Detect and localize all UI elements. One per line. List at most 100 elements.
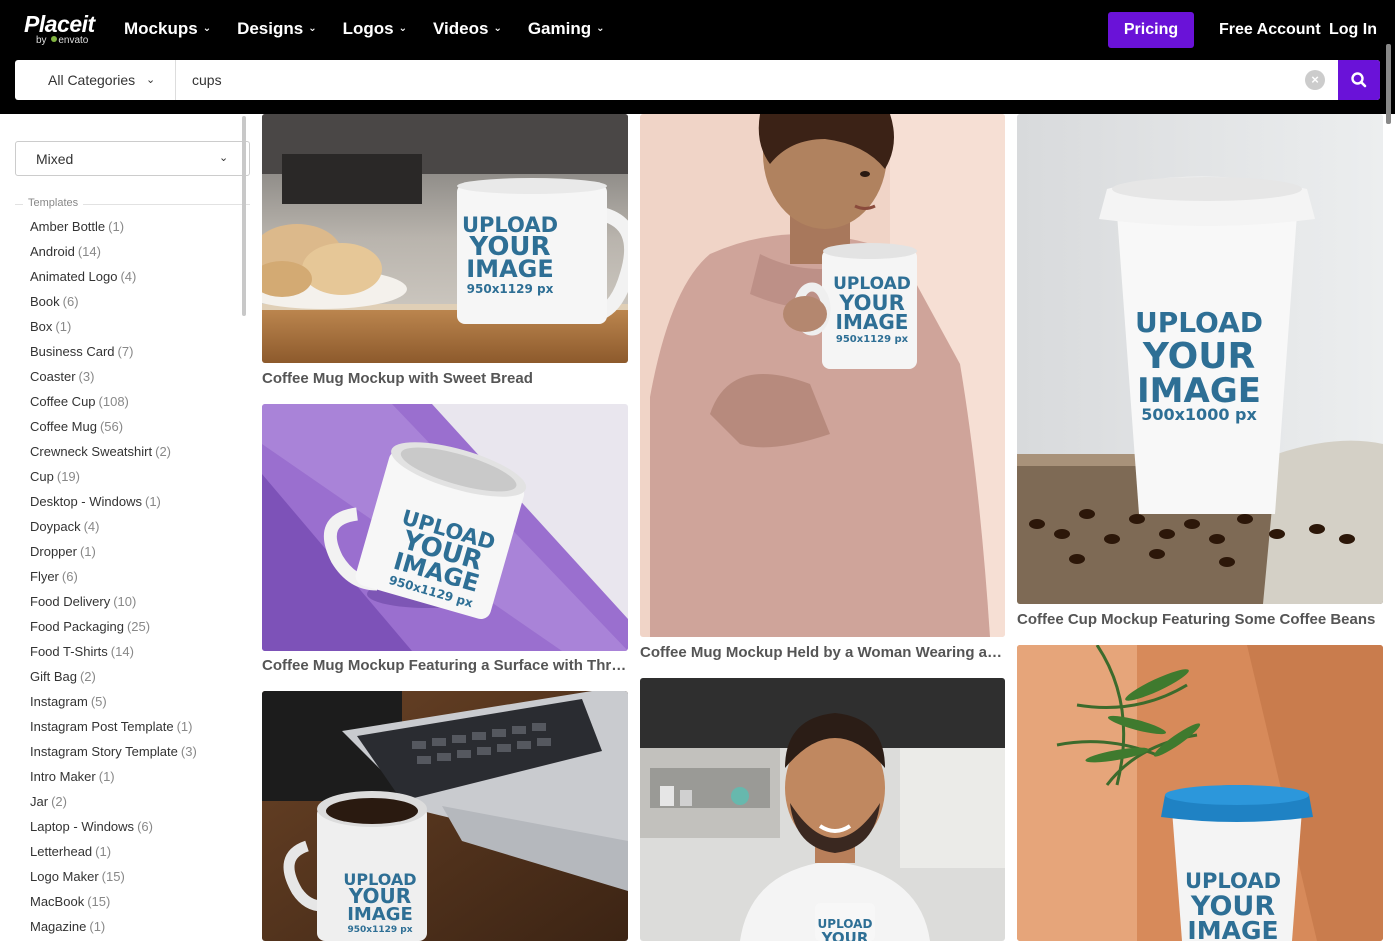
category-filter-item[interactable]: Intro Maker (1)	[30, 768, 197, 793]
result-title[interactable]: Coffee Cup Mockup Featuring Some Coffee …	[1017, 611, 1383, 628]
search-input[interactable]	[177, 60, 1297, 100]
free-account-link[interactable]: Free Account	[1219, 21, 1321, 39]
category-filter-item[interactable]: Laptop - Windows (6)	[30, 818, 197, 843]
category-count: (19)	[56, 469, 80, 484]
upload-text: IMAGE	[347, 904, 413, 925]
category-filter-item[interactable]: Coffee Mug (56)	[30, 418, 197, 443]
result-card[interactable]: UPLOAD YOUR IMAGE 950x1129 px	[262, 691, 628, 941]
category-filter-item[interactable]: Coffee Cup (108)	[30, 393, 197, 418]
category-filter-item[interactable]: Instagram Post Template (1)	[30, 718, 197, 743]
menu-mockups[interactable]: Mockups ⌄	[124, 19, 211, 39]
placeit-logo[interactable]: Placeit by envato	[24, 12, 95, 46]
category-label: Android	[30, 244, 75, 259]
upload-text: 500x1000 px	[1141, 405, 1257, 424]
category-label: Box	[30, 319, 53, 334]
search-button[interactable]	[1338, 60, 1380, 100]
category-filter-item[interactable]: Book (6)	[30, 293, 197, 318]
category-count: (1)	[108, 219, 125, 234]
category-count: (25)	[126, 619, 151, 634]
category-count: (6)	[137, 819, 153, 834]
category-filter-item[interactable]: Desktop - Windows (1)	[30, 493, 197, 518]
category-filter-item[interactable]: Dropper (1)	[30, 543, 197, 568]
category-filter-item[interactable]: Business Card (7)	[30, 343, 197, 368]
category-count: (1)	[144, 494, 161, 509]
category-filter-item[interactable]: Logo Maker (15)	[30, 868, 197, 893]
category-filter-item[interactable]: Gift Bag (2)	[30, 668, 197, 693]
category-filter-item[interactable]: Food T-Shirts (14)	[30, 643, 197, 668]
menu-videos[interactable]: Videos ⌄	[433, 19, 502, 39]
category-filter-item[interactable]: Android (14)	[30, 243, 197, 268]
category-count: (15)	[101, 869, 125, 884]
logo-by: by	[36, 35, 47, 46]
menu-logos[interactable]: Logos ⌄	[343, 19, 407, 39]
category-count: (2)	[155, 444, 171, 459]
sidebar-scrollbar[interactable]	[242, 116, 246, 316]
category-count: (14)	[110, 644, 134, 659]
result-card[interactable]: UPLOAD YOUR IMAGE 950x1129 px Coffee Mug…	[262, 114, 628, 394]
chevron-down-icon: ⌄	[308, 22, 317, 34]
category-filter-item[interactable]: Box (1)	[30, 318, 197, 343]
category-filter-item[interactable]: MacBook (15)	[30, 893, 197, 918]
menu-gaming-label: Gaming	[527, 19, 592, 38]
category-filter-item[interactable]: Jar (2)	[30, 793, 197, 818]
chevron-down-icon: ⌄	[219, 152, 229, 164]
result-title[interactable]: Coffee Mug Mockup Featuring a Surface wi…	[262, 657, 628, 674]
category-filter-item[interactable]: Coaster (3)	[30, 368, 197, 393]
filter-sidebar: Mixed ⌄ Templates Amber Bottle (1) Android…	[0, 114, 250, 941]
category-filter-item[interactable]: Doypack (4)	[30, 518, 197, 543]
search-icon	[1351, 72, 1367, 88]
result-title[interactable]: Coffee Mug Mockup with Sweet Bread	[262, 370, 628, 387]
category-count: (1)	[55, 319, 72, 334]
category-filter-item[interactable]: Food Packaging (25)	[30, 618, 197, 643]
category-label: Logo Maker	[30, 869, 99, 884]
category-dropdown[interactable]: All Categories ⌄	[15, 60, 176, 100]
result-title[interactable]: Coffee Mug Mockup Held by a Woman Wearin…	[640, 644, 1005, 661]
category-filter-item[interactable]: Food Delivery (10)	[30, 593, 197, 618]
search-bar-area: All Categories ⌄ ×	[0, 60, 1395, 114]
sort-dropdown[interactable]: Mixed ⌄	[15, 141, 250, 176]
category-filter-item[interactable]: Animated Logo (4)	[30, 268, 197, 293]
category-count: (6)	[62, 294, 79, 309]
category-count: (1)	[98, 769, 115, 784]
category-label: Book	[30, 294, 60, 309]
category-filter-item[interactable]: Instagram (5)	[30, 693, 197, 718]
category-count: (2)	[79, 669, 96, 684]
category-label: Coffee Mug	[30, 419, 97, 434]
category-filter-item[interactable]: Flyer (6)	[30, 568, 197, 593]
result-thumbnail: UPLOAD YOUR IMAGE 950x1129 px	[262, 404, 628, 651]
pricing-button[interactable]: Pricing	[1108, 12, 1194, 48]
category-label: Animated Logo	[30, 269, 118, 284]
category-filter-item[interactable]: Magazine (1)	[30, 918, 197, 941]
result-card[interactable]: UPLOAD YOUR IMAGE 950x1129 px Coffee Mug…	[262, 404, 628, 679]
category-label: Business Card	[30, 344, 115, 359]
category-count: (3)	[78, 369, 95, 384]
page-scrollbar[interactable]	[1386, 44, 1391, 124]
templates-section-header: Templates	[15, 197, 250, 211]
category-filter-item[interactable]: Instagram Story Template (3)	[30, 743, 197, 768]
result-thumbnail: UPLOAD YOUR IMAGE	[1017, 645, 1383, 941]
category-filter-item[interactable]: Cup (19)	[30, 468, 197, 493]
category-label: Jar	[30, 794, 49, 809]
result-card[interactable]: UPLOAD YOUR IMAGE	[1017, 645, 1383, 941]
menu-gaming[interactable]: Gaming ⌄	[528, 19, 605, 39]
upload-text: IMAGE	[466, 255, 553, 283]
category-filter-item[interactable]: Letterhead (1)	[30, 843, 197, 868]
category-label: Laptop - Windows	[30, 819, 135, 834]
login-link[interactable]: Log In	[1329, 21, 1377, 39]
category-count: (108)	[98, 394, 129, 409]
result-card[interactable]: UPLOAD YOUR IMAGE 950x1129 px Coffee Mug…	[640, 114, 1005, 664]
category-filter-item[interactable]: Amber Bottle (1)	[30, 218, 197, 243]
category-label: Food Delivery	[30, 594, 111, 609]
category-label: Food Packaging	[30, 619, 124, 634]
clear-search-icon[interactable]: ×	[1305, 70, 1325, 90]
result-card[interactable]: UPLOAD YOUR	[640, 678, 1005, 941]
category-label: Dropper	[30, 544, 77, 559]
result-thumbnail: UPLOAD YOUR	[640, 678, 1005, 941]
envato-leaf-icon	[51, 36, 58, 42]
result-card[interactable]: UPLOAD YOUR IMAGE 500x1000 px Coffee Cup…	[1017, 114, 1383, 634]
menu-designs[interactable]: Designs ⌄	[237, 19, 317, 39]
category-count: (7)	[117, 344, 134, 359]
category-label: Coffee Cup	[30, 394, 96, 409]
logo-partner: envato	[58, 35, 89, 46]
category-filter-item[interactable]: Crewneck Sweatshirt (2)	[30, 443, 197, 468]
